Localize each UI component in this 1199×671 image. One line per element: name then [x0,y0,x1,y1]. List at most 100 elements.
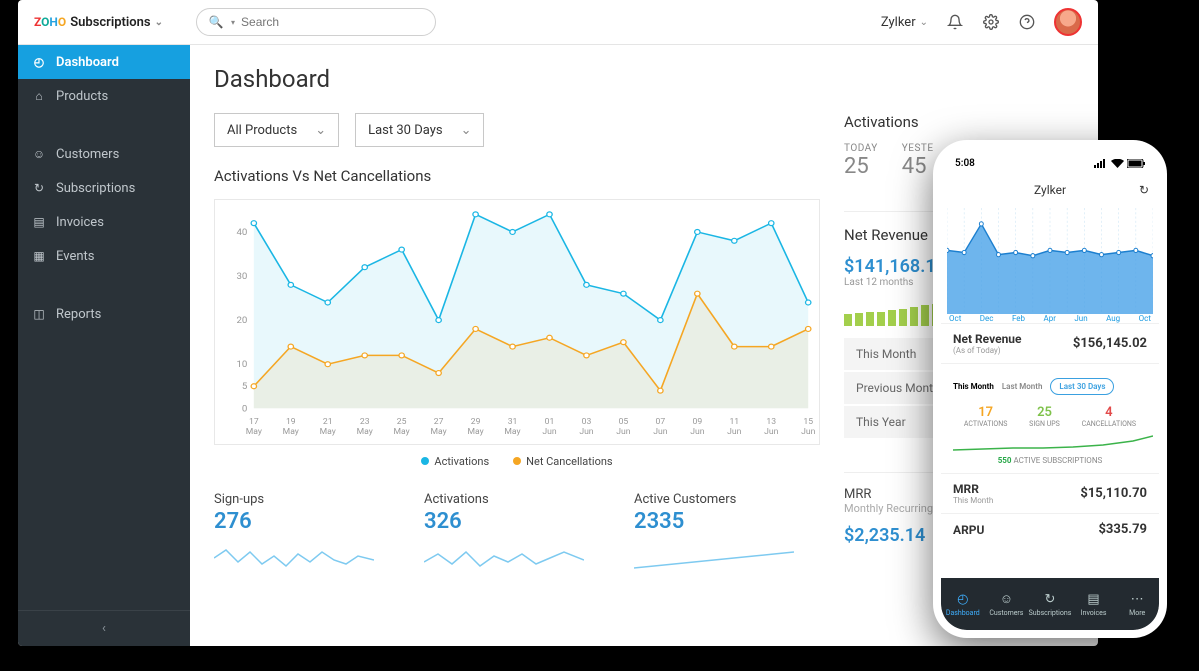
sparkline [634,542,794,574]
phone-row-mrr: MRRThis Month $15,110.70 [953,482,1147,505]
svg-text:Jun: Jun [801,427,815,437]
sidebar-item-products[interactable]: ⌂Products [18,79,190,113]
brand-name: Subscriptions [70,15,150,30]
phone-status-bar: 5:08 [941,150,1159,176]
sparkline [214,542,374,574]
filter-range[interactable]: Last 30 Days⌄ [355,113,484,147]
svg-text:40: 40 [236,227,247,238]
sidebar-item-customers[interactable]: ☺Customers [18,137,190,171]
phone-nav-more[interactable]: ⋯More [1115,578,1159,630]
sidebar-item-events[interactable]: ▦Events [18,239,190,273]
phone-tab-last-30[interactable]: Last 30 Days [1050,378,1114,395]
phone-nav-subscriptions[interactable]: ↻Subscriptions [1028,578,1072,630]
svg-text:15: 15 [803,417,813,427]
svg-text:25: 25 [397,417,407,427]
phone-nav-invoices[interactable]: ▤Invoices [1072,578,1116,630]
sidebar-item-dashboard[interactable]: ◴Dashboard [18,45,190,79]
chart-icon: ◫ [32,307,46,321]
collapse-sidebar[interactable]: ‹ [18,610,190,646]
svg-text:May: May [320,427,336,437]
refresh-icon[interactable]: ↻ [1139,183,1149,197]
chart-legend: Activations Net Cancellations [214,455,820,468]
refresh-icon: ↻ [1045,592,1056,607]
svg-text:Jun: Jun [653,427,667,437]
svg-text:31: 31 [508,417,518,427]
svg-text:Jun: Jun [690,427,704,437]
svg-text:03: 03 [582,417,592,427]
topbar: ZOHO Subscriptions ⌄ 🔍 ▾ Zylker⌄ [18,0,1098,45]
sidebar-item-subscriptions[interactable]: ↻Subscriptions [18,171,190,205]
search-input[interactable] [241,15,425,29]
org-switcher[interactable]: Zylker⌄ [881,15,928,30]
brand-logo[interactable]: ZOHO Subscriptions ⌄ [34,15,184,30]
svg-text:20: 20 [236,315,247,326]
phone-active-subs: 550 ACTIVE SUBSCRIPTIONS [953,456,1147,465]
chevron-down-icon[interactable]: ⌄ [155,17,163,28]
phone-tab-last-month[interactable]: Last Month [1002,382,1043,391]
phone-stat-activations: 17ACTIVATIONS [964,405,1007,428]
svg-text:Jun: Jun [727,427,741,437]
chevron-down-icon: ⌄ [315,123,326,138]
sidebar-item-reports[interactable]: ◫Reports [18,297,190,331]
gear-icon[interactable] [982,13,1000,31]
phone-row-arpu: ARPU $335.79 [953,522,1147,537]
svg-text:21: 21 [323,417,333,427]
svg-text:May: May [246,427,262,437]
phone-nav-dashboard[interactable]: ◴Dashboard [941,578,985,630]
chevron-down-icon: ⌄ [461,123,472,138]
svg-text:27: 27 [434,417,444,427]
main-chart: 051020304017May19May21May23May25May27May… [214,199,820,445]
search-box[interactable]: 🔍 ▾ [196,8,436,36]
svg-text:01: 01 [545,417,555,427]
sidebar-item-invoices[interactable]: ▤Invoices [18,205,190,239]
svg-text:13: 13 [766,417,776,427]
metric-signups: Sign-ups 276 [214,492,400,574]
phone-mock: 5:08 Zylker ↻ OctDecFebAprJunAugOct Net … [933,140,1167,638]
phone-tab-this-month[interactable]: This Month [953,382,994,391]
phone-nav-customers[interactable]: ☺Customers [985,578,1029,630]
svg-text:5: 5 [242,382,247,393]
metrics-row: Sign-ups 276 Activations 326 Active Cust… [214,492,820,574]
filter-products[interactable]: All Products⌄ [214,113,339,147]
svg-text:0: 0 [242,404,247,415]
svg-text:19: 19 [286,417,296,427]
svg-text:09: 09 [692,417,702,427]
svg-text:Jun: Jun [542,427,556,437]
topbar-right: Zylker⌄ [881,8,1082,36]
phone-stat-signups: 25SIGN UPS [1029,405,1060,428]
svg-text:May: May [504,427,520,437]
svg-text:May: May [394,427,410,437]
phone-bottom-nav: ◴Dashboard ☺Customers ↻Subscriptions ▤In… [941,578,1159,630]
user-icon: ☺ [1000,591,1013,607]
user-icon: ☺ [32,147,46,161]
svg-text:07: 07 [656,417,666,427]
phone-netrev-label: Net Revenue [953,332,1022,346]
chevron-left-icon: ‹ [102,621,106,636]
svg-text:Jun: Jun [579,427,593,437]
metric-activations: Activations 326 [424,492,610,574]
avatar[interactable] [1054,8,1082,36]
search-icon: 🔍 [207,13,225,31]
phone-header: Zylker ↻ [941,176,1159,204]
svg-text:May: May [467,427,483,437]
bell-icon[interactable] [946,13,964,31]
phone-chart [941,204,1159,314]
phone-chart-xlabels: OctDecFebAprJunAugOct [941,314,1159,323]
svg-text:17: 17 [249,417,259,427]
svg-text:11: 11 [729,417,739,427]
dot-icon [513,457,521,465]
zoho-logo-icon: ZOHO [34,15,66,29]
chart-title: Activations Vs Net Cancellations [214,167,820,185]
svg-text:10: 10 [236,360,247,371]
help-icon[interactable] [1018,13,1036,31]
sparkline [424,542,584,574]
svg-text:30: 30 [236,271,247,282]
svg-text:23: 23 [360,417,370,427]
dropdown-caret-icon: ▾ [231,18,235,27]
page-title: Dashboard [214,65,1074,93]
document-icon: ▤ [32,215,46,229]
more-icon: ⋯ [1131,592,1144,607]
chevron-down-icon: ⌄ [920,17,928,28]
svg-text:29: 29 [471,417,481,427]
svg-text:May: May [431,427,447,437]
